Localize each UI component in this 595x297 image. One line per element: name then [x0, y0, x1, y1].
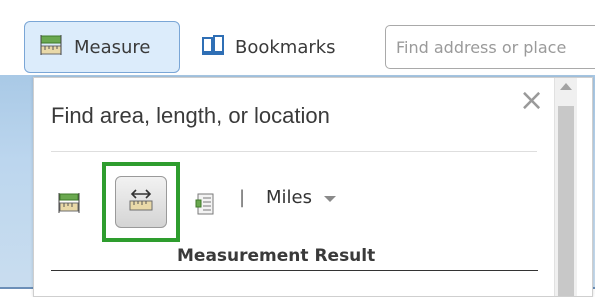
distance-tool-face	[115, 176, 167, 228]
unit-separator: |	[239, 187, 246, 208]
unit-selected-value: Miles	[266, 187, 312, 208]
bookmarks-button-label: Bookmarks	[235, 36, 336, 58]
measure-button[interactable]: Measure	[24, 21, 180, 73]
measurement-panel: Find area, length, or location × | Miles…	[33, 77, 593, 297]
search-input[interactable]	[385, 25, 595, 69]
location-tool-button[interactable]	[194, 192, 218, 216]
scroll-thumb[interactable]	[558, 106, 574, 296]
area-measure-icon	[57, 193, 81, 218]
distance-measure-icon	[127, 187, 155, 217]
measure-icon	[38, 34, 64, 61]
distance-tool-button[interactable]	[102, 162, 180, 242]
location-measure-icon	[194, 193, 216, 220]
divider	[51, 151, 537, 152]
chevron-down-icon	[323, 196, 336, 202]
unit-dropdown[interactable]: Miles	[266, 187, 336, 208]
area-tool-button[interactable]	[57, 192, 81, 214]
panel-scrollbar[interactable]	[554, 78, 577, 296]
measure-button-label: Measure	[74, 36, 151, 58]
bookmarks-button[interactable]: Bookmarks	[201, 21, 371, 73]
scroll-up-arrow-icon[interactable]	[560, 83, 572, 90]
close-icon[interactable]: ×	[519, 86, 544, 116]
bookmark-icon	[201, 34, 225, 61]
result-divider	[51, 270, 538, 271]
panel-title: Find area, length, or location	[51, 103, 330, 128]
map-toolbar: Measure Bookmarks	[0, 0, 595, 75]
measurement-result-header: Measurement Result	[177, 246, 376, 266]
